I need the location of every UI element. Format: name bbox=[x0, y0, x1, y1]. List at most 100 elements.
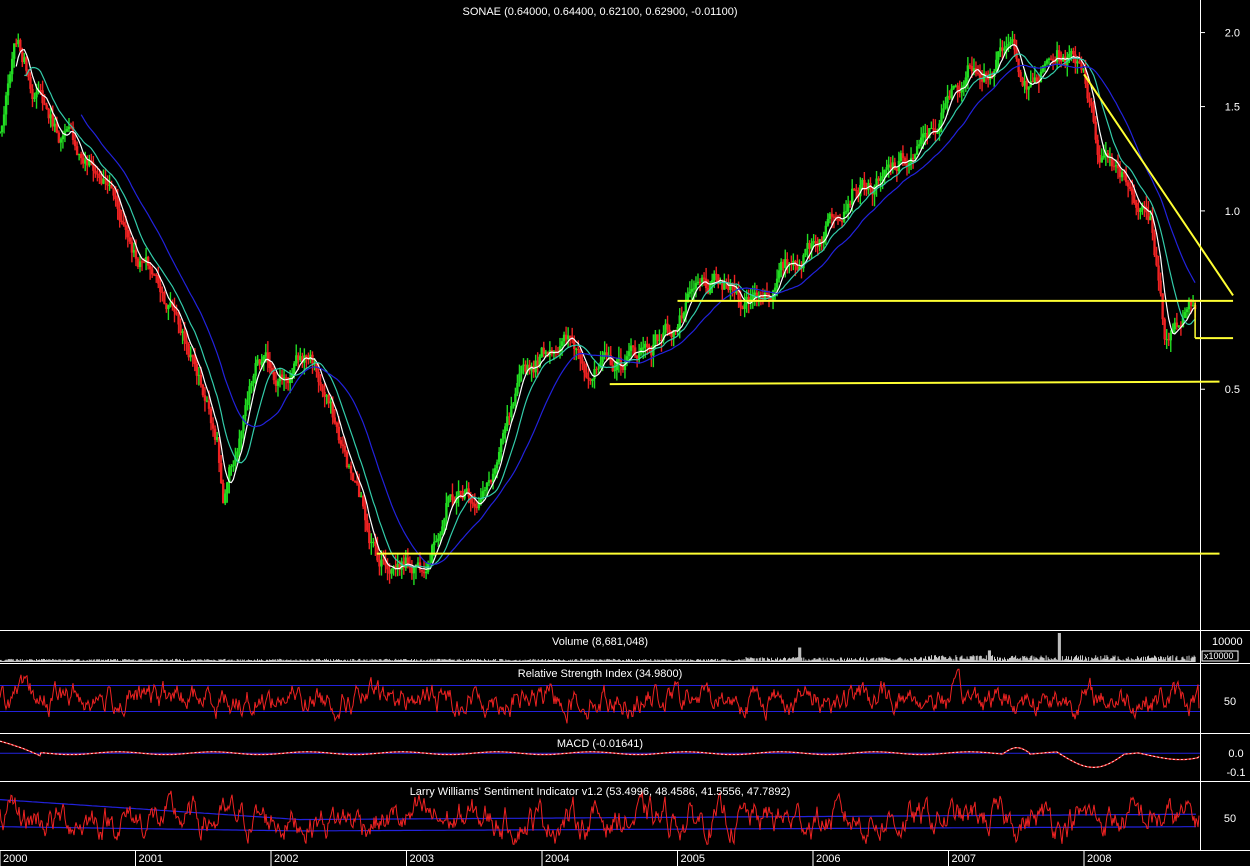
price-candle-body bbox=[148, 265, 152, 270]
sentiment-title: Larry Williams' Sentiment Indicator v1.2… bbox=[410, 786, 791, 798]
price-candle-body bbox=[514, 393, 517, 404]
price-candle-body bbox=[254, 363, 257, 376]
price-candle-body bbox=[118, 208, 121, 221]
price-candle-body bbox=[114, 195, 117, 200]
price-candle-body bbox=[1045, 60, 1049, 64]
price-candle-body bbox=[940, 112, 943, 124]
price-candle-body bbox=[236, 451, 239, 458]
price-candle-body bbox=[1088, 98, 1091, 103]
price-candle-body bbox=[1126, 182, 1130, 187]
price-candle-body bbox=[366, 520, 369, 531]
price-candle-body bbox=[185, 340, 188, 344]
price-candle-body bbox=[349, 465, 353, 474]
price-candle-body bbox=[351, 473, 355, 482]
x-tick-label: 2005 bbox=[681, 853, 705, 865]
price-candle-body bbox=[159, 283, 162, 293]
x-tick-label: 2006 bbox=[816, 853, 840, 865]
price-candle-body bbox=[126, 229, 130, 238]
price-candle-body bbox=[345, 451, 349, 468]
price-candle-body bbox=[177, 314, 180, 325]
price-candle-body bbox=[473, 503, 476, 507]
price-tick-label: 1.0 bbox=[1225, 206, 1240, 218]
price-candle-body bbox=[583, 363, 586, 373]
price-candle-body bbox=[150, 269, 154, 275]
price-candle-body bbox=[238, 438, 241, 452]
price-candle-body bbox=[424, 571, 428, 574]
price-candle-body bbox=[936, 132, 939, 134]
price-candle-body bbox=[1092, 105, 1095, 122]
price-candle-body bbox=[913, 154, 917, 159]
price-candle-body bbox=[851, 188, 854, 205]
price-candle-body bbox=[183, 331, 186, 341]
price-candle-body bbox=[380, 559, 383, 567]
price-candle-body bbox=[1157, 265, 1160, 281]
price-candle-body bbox=[853, 188, 856, 190]
price-candle-body bbox=[433, 541, 436, 546]
price-candle-body bbox=[950, 88, 953, 99]
price-candle-body bbox=[881, 176, 884, 179]
price-candle-body bbox=[357, 483, 361, 498]
price-candle-body bbox=[723, 282, 726, 290]
price-candle-body bbox=[193, 356, 196, 364]
price-candle-body bbox=[495, 462, 499, 469]
price-candle-body bbox=[337, 426, 341, 441]
price-candle-body bbox=[777, 270, 781, 279]
price-candle-body bbox=[885, 167, 888, 170]
price-tick-label: 2.0 bbox=[1225, 28, 1240, 40]
price-candle-body bbox=[33, 97, 36, 100]
price-candle-body bbox=[922, 133, 925, 138]
price-candle-body bbox=[116, 199, 119, 209]
price-candle-body bbox=[1090, 102, 1093, 106]
price-candle-body bbox=[246, 399, 249, 406]
price-candle-body bbox=[976, 72, 980, 74]
price-candle-body bbox=[597, 368, 600, 370]
price-candle-body bbox=[195, 363, 199, 376]
price-candle-body bbox=[435, 540, 438, 542]
price-chart-title: SONAE (0.64000, 0.64400, 0.62100, 0.6290… bbox=[463, 6, 738, 18]
price-candle-body bbox=[656, 334, 659, 341]
price-candle-body bbox=[19, 39, 22, 52]
price-candle-body bbox=[35, 92, 38, 98]
price-candle-body bbox=[209, 408, 213, 424]
price-candle-body bbox=[1080, 62, 1083, 70]
price-candle-body bbox=[499, 438, 503, 452]
price-candle-body bbox=[43, 103, 46, 105]
price-candle-body bbox=[343, 446, 347, 452]
price-candle-body bbox=[846, 203, 850, 212]
price-candle-body bbox=[824, 225, 828, 237]
price-candle-body bbox=[591, 378, 594, 382]
price-candle-body bbox=[646, 343, 649, 348]
x-tick-label: 2008 bbox=[1087, 853, 1111, 865]
price-candle-body bbox=[201, 384, 205, 396]
price-candle-body bbox=[1185, 309, 1189, 313]
price-candle-body bbox=[775, 278, 779, 288]
price-candle-body bbox=[368, 530, 371, 544]
price-candle-body bbox=[0, 131, 2, 133]
price-candle-body bbox=[420, 570, 424, 572]
price-candle-body bbox=[75, 146, 79, 156]
price-candle-body bbox=[319, 382, 322, 386]
price-candle-body bbox=[684, 302, 688, 313]
price-candle-body bbox=[773, 287, 777, 291]
price-candle-body bbox=[1043, 63, 1047, 66]
price-candle-body bbox=[863, 179, 866, 190]
price-candle-body bbox=[497, 451, 501, 463]
price-candle-body bbox=[642, 347, 645, 349]
price-candle-body bbox=[587, 377, 590, 380]
price-candle-body bbox=[13, 43, 16, 59]
price-candle-body bbox=[94, 170, 97, 174]
macd-tick-neg: -0.1 bbox=[1227, 767, 1246, 779]
price-candle-body bbox=[122, 222, 125, 226]
price-candle-body bbox=[1072, 50, 1075, 55]
price-candle-body bbox=[439, 533, 442, 539]
price-candle-body bbox=[1102, 155, 1106, 158]
price-candle-body bbox=[743, 304, 746, 309]
x-tick-label: 2004 bbox=[545, 853, 569, 865]
price-candle-body bbox=[240, 431, 243, 439]
price-candle-body bbox=[2, 114, 6, 126]
price-candle-body bbox=[41, 90, 44, 104]
price-candle-body bbox=[276, 381, 280, 386]
price-candle-body bbox=[997, 51, 1000, 60]
price-candle-body bbox=[560, 341, 564, 347]
x-tick-label: 2002 bbox=[274, 853, 298, 865]
